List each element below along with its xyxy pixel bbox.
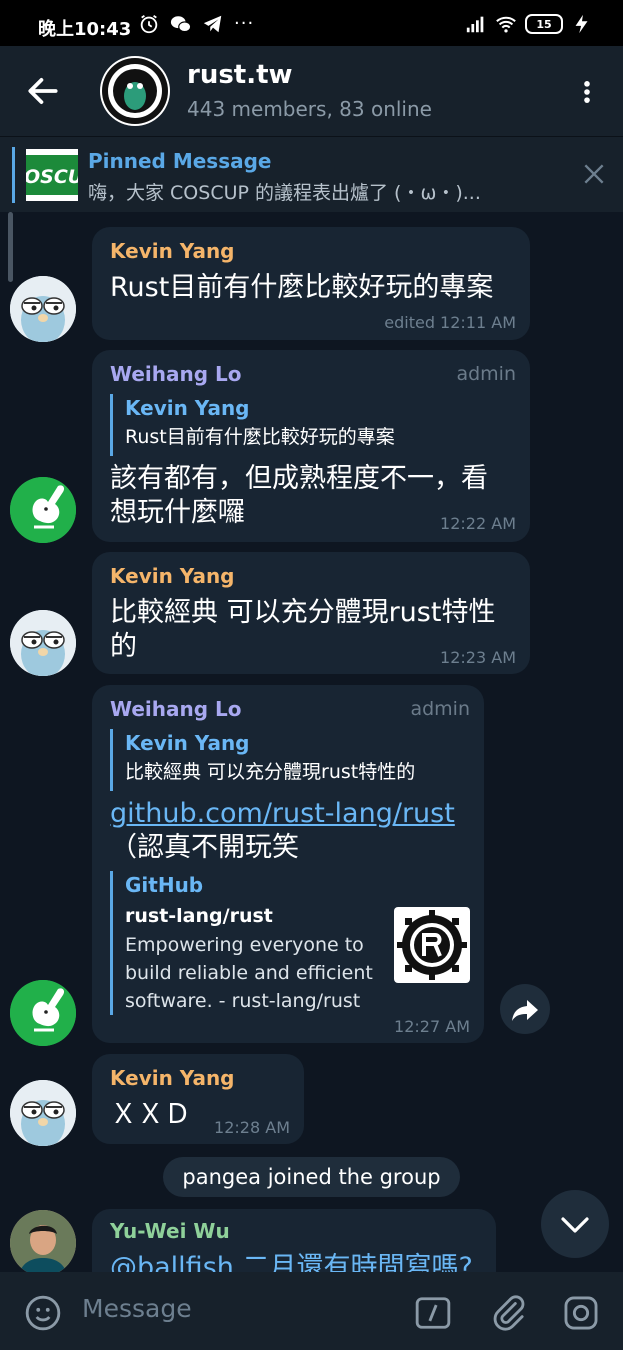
admin-badge: admin: [456, 363, 516, 385]
battery-icon: 15: [525, 14, 563, 34]
avatar-kevin-yang[interactable]: [10, 276, 76, 342]
message-composer: Message: [0, 1272, 623, 1350]
quote-text: Rust目前有什麼比較好玩的專案: [125, 426, 395, 448]
chat-subtitle: 443 members, 83 online: [187, 97, 432, 121]
pinned-message-bar[interactable]: OSCU Pinned Message 嗨，大家 COSCUP 的議程表出爐了 …: [0, 136, 623, 212]
group-avatar[interactable]: [100, 56, 170, 126]
status-bar: 晚上10:43 ··· 15: [0, 0, 623, 46]
preview-description: Empowering everyone to build reliable an…: [125, 934, 373, 1012]
close-icon[interactable]: [581, 161, 607, 187]
notification-icons: ···: [138, 13, 254, 35]
quote-sender: Kevin Yang: [125, 396, 250, 420]
reply-quote[interactable]: Kevin Yang Rust目前有什麼比較好玩的專案: [110, 394, 395, 456]
message-list[interactable]: Kevin Yang Rust目前有什麼比較好玩的專案 edited 12:11…: [0, 212, 623, 1272]
share-button[interactable]: [500, 984, 550, 1034]
pinned-label: Pinned Message: [88, 149, 272, 173]
pinned-indicator: [12, 147, 15, 203]
alarm-icon: [140, 14, 158, 34]
message-text: 該有都有，但成熟程度不一，看 想玩什麼囉: [110, 462, 488, 530]
telegram-icon: [203, 15, 222, 33]
share-arrow-icon: [512, 1000, 538, 1021]
coscup-logo-text: OSCU: [26, 166, 78, 188]
more-notifications-icon: ···: [234, 13, 255, 34]
more-vert-icon[interactable]: [573, 74, 601, 110]
charging-icon: [575, 14, 588, 34]
preview-site-name: GitHub: [125, 873, 204, 897]
message-time: 12:27 AM: [394, 1017, 470, 1036]
avatar-kevin-yang[interactable]: [10, 610, 76, 676]
scrollbar-thumb[interactable]: [8, 212, 13, 282]
attach-icon[interactable]: [490, 1294, 528, 1332]
avatar-weihang-lo[interactable]: [10, 477, 76, 543]
reply-quote[interactable]: Kevin Yang 比較經典 可以充分體現rust特性的: [110, 729, 415, 791]
message-text-line: 的: [110, 631, 137, 662]
ferris-gear-icon: [102, 58, 168, 124]
message-text: Rust目前有什麼比較好玩的專案: [110, 272, 494, 303]
message-text: @ballfish 二月還有時間寫嗎?: [110, 1251, 473, 1272]
message-text: github.com/rust-lang/rust （認真不開玩笑: [110, 797, 455, 865]
battery-level: 15: [536, 17, 552, 31]
message-bubble[interactable]: Weihang Lo admin Kevin Yang 比較經典 可以充分體現r…: [92, 685, 484, 1043]
message-text-line: @ballfish 二月還有時間寫嗎?: [110, 1252, 473, 1272]
gopher-avatar-icon: [10, 276, 76, 342]
preview-thumbnail[interactable]: [394, 907, 470, 983]
message-time: 12:22 AM: [440, 514, 516, 533]
message-time: 12:23 AM: [440, 648, 516, 667]
chat-title[interactable]: rust.tw: [187, 60, 293, 90]
sender-name[interactable]: Kevin Yang: [110, 239, 235, 263]
message-text-line: 比較經典 可以充分體現rust特性: [110, 597, 496, 628]
wifi-icon: [496, 16, 516, 33]
gopher-avatar-icon: [10, 1080, 76, 1146]
camera-icon[interactable]: [562, 1294, 600, 1332]
message-input[interactable]: Message: [82, 1294, 192, 1323]
message-text-line: 該有都有，但成熟程度不一，看: [110, 463, 488, 494]
admin-badge: admin: [410, 698, 470, 720]
status-time: 晚上10:43: [38, 19, 132, 40]
signal-icon: [466, 16, 484, 33]
message-bubble[interactable]: Yu-Wei Wu @ballfish 二月還有時間寫嗎?: [92, 1209, 496, 1272]
message-text: ＸＸＤ: [110, 1099, 191, 1130]
bot-command-icon[interactable]: [414, 1294, 452, 1332]
sender-name[interactable]: Kevin Yang: [110, 564, 235, 588]
message-bubble[interactable]: Kevin Yang ＸＸＤ 12:28 AM: [92, 1054, 304, 1144]
chevron-down-icon: [561, 1217, 589, 1233]
message-text-line: （認真不開玩笑: [110, 832, 299, 863]
person-photo-icon: [10, 1210, 76, 1272]
service-message: pangea joined the group: [163, 1157, 460, 1197]
quote-sender: Kevin Yang: [125, 731, 250, 755]
message-bubble[interactable]: Kevin Yang Rust目前有什麼比較好玩的專案 edited 12:11…: [92, 227, 530, 340]
gopher-avatar-icon: [10, 610, 76, 676]
message-text-line: 想玩什麼囉: [110, 497, 245, 528]
message-time: edited 12:11 AM: [384, 313, 516, 332]
pinned-thumbnail: OSCU: [26, 149, 78, 201]
emoji-icon[interactable]: [24, 1294, 62, 1332]
rabbit-avatar-icon: [10, 980, 76, 1046]
avatar-kevin-yang[interactable]: [10, 1080, 76, 1146]
link-preview[interactable]: GitHub rust-lang/rust Empowering everyon…: [110, 871, 387, 1015]
chat-header: rust.tw 443 members, 83 online: [0, 46, 623, 136]
pinned-text: 嗨，大家 COSCUP 的議程表出爐了 (・ω・)...: [88, 182, 481, 204]
rabbit-avatar-icon: [10, 477, 76, 543]
scroll-down-button[interactable]: [541, 1190, 609, 1258]
rust-logo-icon: [397, 910, 467, 980]
sender-name[interactable]: Weihang Lo: [110, 362, 242, 386]
avatar-weihang-lo[interactable]: [10, 980, 76, 1046]
message-time: 12:28 AM: [214, 1118, 290, 1137]
message-bubble[interactable]: Kevin Yang 比較經典 可以充分體現rust特性 的 12:23 AM: [92, 552, 530, 674]
quote-text: 比較經典 可以充分體現rust特性的: [125, 761, 416, 783]
sender-name[interactable]: Weihang Lo: [110, 697, 242, 721]
back-arrow-icon[interactable]: [24, 72, 62, 110]
avatar-yu-wei-wu[interactable]: [10, 1210, 76, 1272]
status-right: 15: [465, 13, 593, 35]
message-link[interactable]: github.com/rust-lang/rust: [110, 797, 455, 831]
sender-name[interactable]: Kevin Yang: [110, 1066, 235, 1090]
wechat-icon: [170, 16, 192, 33]
coscup-logo-icon: OSCU: [26, 149, 78, 201]
preview-title: rust-lang/rust: [125, 905, 273, 927]
message-text: 比較經典 可以充分體現rust特性 的: [110, 596, 495, 664]
message-bubble[interactable]: Weihang Lo admin Kevin Yang Rust目前有什麼比較好…: [92, 350, 530, 542]
sender-name[interactable]: Yu-Wei Wu: [110, 1219, 230, 1243]
